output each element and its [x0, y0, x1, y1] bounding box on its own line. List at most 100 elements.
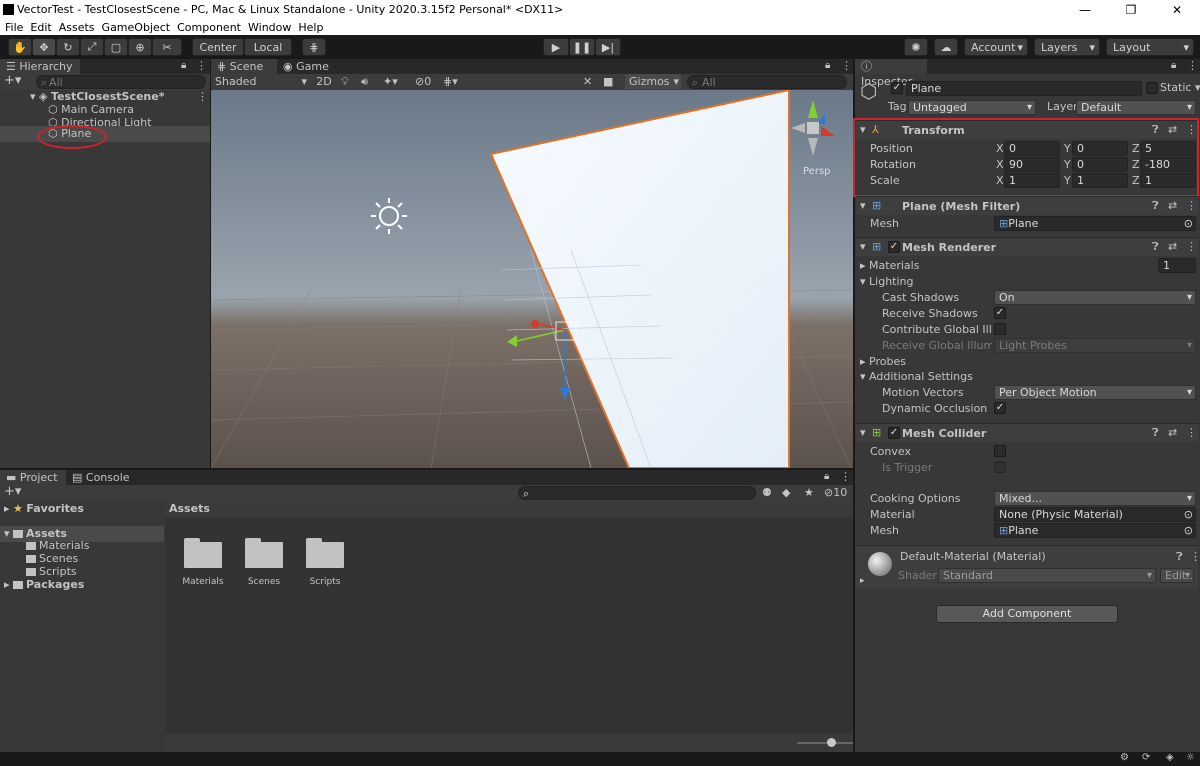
static-label[interactable]: Static ▾: [1160, 81, 1200, 94]
menu-assets[interactable]: Assets: [59, 21, 95, 34]
cooking-options-dropdown[interactable]: Mixed...: [994, 491, 1196, 506]
lighting-toggle-icon[interactable]: 💡︎: [341, 75, 349, 89]
persp-label[interactable]: Persp: [803, 166, 831, 177]
rotate-tool-icon[interactable]: ↻: [56, 38, 80, 56]
tab-project[interactable]: ▬ Project: [0, 470, 66, 485]
breadcrumb-assets[interactable]: Assets: [169, 502, 210, 515]
kebab-menu-icon[interactable]: ⋮: [196, 59, 207, 72]
grid-snap-icon[interactable]: ⋕: [302, 38, 326, 56]
minimize-button[interactable]: —: [1062, 0, 1108, 20]
grid-item-label[interactable]: Scripts: [297, 577, 353, 587]
effects-dropdown-icon[interactable]: ✦▾: [383, 75, 398, 89]
zoom-slider-thumb[interactable]: [827, 738, 836, 747]
object-name-field[interactable]: Plane: [906, 81, 1142, 96]
folder-icon[interactable]: [184, 538, 222, 568]
draw-mode-dropdown[interactable]: Shaded ▾: [215, 75, 307, 89]
layer-dropdown[interactable]: Default: [1076, 100, 1196, 115]
collab-icon[interactable]: ✺: [904, 38, 928, 56]
kebab-menu-icon[interactable]: ⋮: [1186, 426, 1197, 439]
pivot-local-button[interactable]: Local: [244, 38, 292, 56]
step-button[interactable]: ▶|: [595, 38, 621, 56]
scene-search-input[interactable]: ⌕ All: [687, 75, 847, 89]
object-picker-icon[interactable]: ⊙: [1184, 524, 1193, 537]
mesh-field[interactable]: ⊞Plane ⊙: [994, 216, 1196, 231]
dynamic-occlusion-checkbox[interactable]: ✓: [994, 402, 1006, 414]
add-component-button[interactable]: Add Component: [936, 605, 1118, 623]
object-picker-icon[interactable]: ⊙: [1184, 508, 1193, 521]
close-window-button[interactable]: ✕: [1154, 0, 1200, 20]
tools-icon[interactable]: ✕: [583, 75, 592, 89]
tab-scene[interactable]: ⋕ Scene: [211, 59, 277, 74]
probes-foldout[interactable]: ▸ Probes: [860, 355, 906, 368]
contribute-gi-checkbox[interactable]: [994, 323, 1006, 335]
move-tool-icon[interactable]: ✥: [32, 38, 56, 56]
additional-settings-foldout[interactable]: ▾ Additional Settings: [860, 370, 973, 383]
maximize-button[interactable]: ❐: [1108, 0, 1154, 20]
shader-edit-button[interactable]: Edit...: [1160, 568, 1194, 583]
menu-window[interactable]: Window: [248, 21, 291, 34]
play-button[interactable]: ▶: [543, 38, 569, 56]
project-search-input[interactable]: ⌕: [518, 486, 756, 500]
create-asset-button[interactable]: +▾: [4, 485, 21, 499]
folder-icon[interactable]: [245, 538, 283, 568]
help-icon[interactable]: ❓︎: [1152, 426, 1159, 440]
search-by-type-icon[interactable]: ⚉: [762, 486, 772, 500]
help-icon[interactable]: ❓︎: [1176, 550, 1183, 564]
mesh-filter-header[interactable]: ▾ ⊞ Plane (Mesh Filter) ❓︎ ⇄ ⋮: [856, 196, 1198, 215]
account-dropdown[interactable]: Account ▾: [964, 38, 1028, 56]
camera-settings-icon[interactable]: ■: [603, 75, 613, 89]
active-checkbox[interactable]: ✓: [891, 82, 903, 94]
preset-icon[interactable]: ⇄: [1168, 426, 1177, 439]
tag-dropdown[interactable]: Untagged: [908, 100, 1036, 115]
hierarchy-search-input[interactable]: ⌕ All: [36, 75, 206, 89]
triangle-right-icon[interactable]: ▸: [860, 576, 865, 586]
progress-icon[interactable]: ⟳: [1142, 752, 1150, 763]
lock-icon[interactable]: 🔒︎: [181, 60, 186, 71]
scene-viewport[interactable]: Persp: [211, 90, 853, 468]
static-checkbox[interactable]: [1146, 82, 1158, 94]
help-icon[interactable]: ❓︎: [1152, 240, 1159, 254]
folder-icon[interactable]: [306, 538, 344, 568]
tab-console[interactable]: ▤ Console: [66, 470, 136, 485]
kebab-menu-icon[interactable]: ⋮: [1186, 199, 1197, 212]
kebab-menu-icon[interactable]: ⋮: [841, 59, 852, 72]
motion-vectors-dropdown[interactable]: Per Object Motion: [994, 385, 1196, 400]
receive-shadows-checkbox[interactable]: ✓: [994, 307, 1006, 319]
preset-icon[interactable]: ⇄: [1168, 240, 1177, 253]
lighting-foldout[interactable]: ▾ Lighting: [860, 275, 914, 288]
tree-item-packages[interactable]: ▸ Packages: [0, 577, 164, 593]
toggle-2d-button[interactable]: 2D: [313, 75, 335, 89]
pause-button[interactable]: ❚❚: [569, 38, 595, 56]
mesh-collider-enabled-checkbox[interactable]: ✓: [888, 427, 900, 439]
mesh-renderer-enabled-checkbox[interactable]: ✓: [888, 241, 900, 253]
help-icon[interactable]: ❓︎: [1152, 199, 1159, 213]
gizmos-dropdown[interactable]: Gizmos ▾: [625, 74, 681, 89]
materials-foldout[interactable]: ▸ Materials: [860, 259, 919, 272]
custom-tool-icon[interactable]: ✂: [152, 38, 182, 56]
collider-mesh-field[interactable]: ⊞Plane ⊙: [994, 523, 1196, 538]
mesh-collider-header[interactable]: ▾ ⊞ ✓ Mesh Collider ❓︎ ⇄ ⋮: [856, 423, 1198, 442]
lighting-status-icon[interactable]: ☼: [1186, 752, 1195, 763]
menu-file[interactable]: File: [5, 21, 23, 34]
hidden-packages-icon[interactable]: ⊘10: [824, 486, 847, 500]
pivot-center-button[interactable]: Center: [192, 38, 244, 56]
kebab-menu-icon[interactable]: ⋮: [1187, 59, 1198, 72]
hidden-objects-icon[interactable]: ⊘0: [415, 75, 431, 89]
tab-inspector[interactable]: ⓘ Inspector: [855, 59, 927, 88]
debug-icon[interactable]: ⚙: [1120, 752, 1129, 763]
tab-hierarchy[interactable]: ☰ Hierarchy: [0, 59, 80, 74]
grid-item-label[interactable]: Scenes: [236, 577, 292, 587]
mesh-renderer-header[interactable]: ▾ ⊞ ✓ Mesh Renderer ❓︎ ⇄ ⋮: [856, 237, 1198, 256]
menu-component[interactable]: Component: [177, 21, 241, 34]
shader-dropdown[interactable]: Standard: [938, 568, 1156, 583]
cast-shadows-dropdown[interactable]: On: [994, 290, 1196, 305]
rect-tool-icon[interactable]: ▢: [104, 38, 128, 56]
add-object-button[interactable]: +▾: [4, 74, 21, 88]
menu-help[interactable]: Help: [298, 21, 323, 34]
favorite-star-icon[interactable]: ★: [804, 486, 814, 500]
lock-icon[interactable]: 🔒︎: [825, 60, 830, 71]
layout-dropdown[interactable]: Layout ▾: [1106, 38, 1194, 56]
materials-count-field[interactable]: 1: [1158, 258, 1196, 273]
search-by-label-icon[interactable]: ◆: [782, 486, 790, 500]
scale-tool-icon[interactable]: ⤢: [80, 38, 104, 56]
